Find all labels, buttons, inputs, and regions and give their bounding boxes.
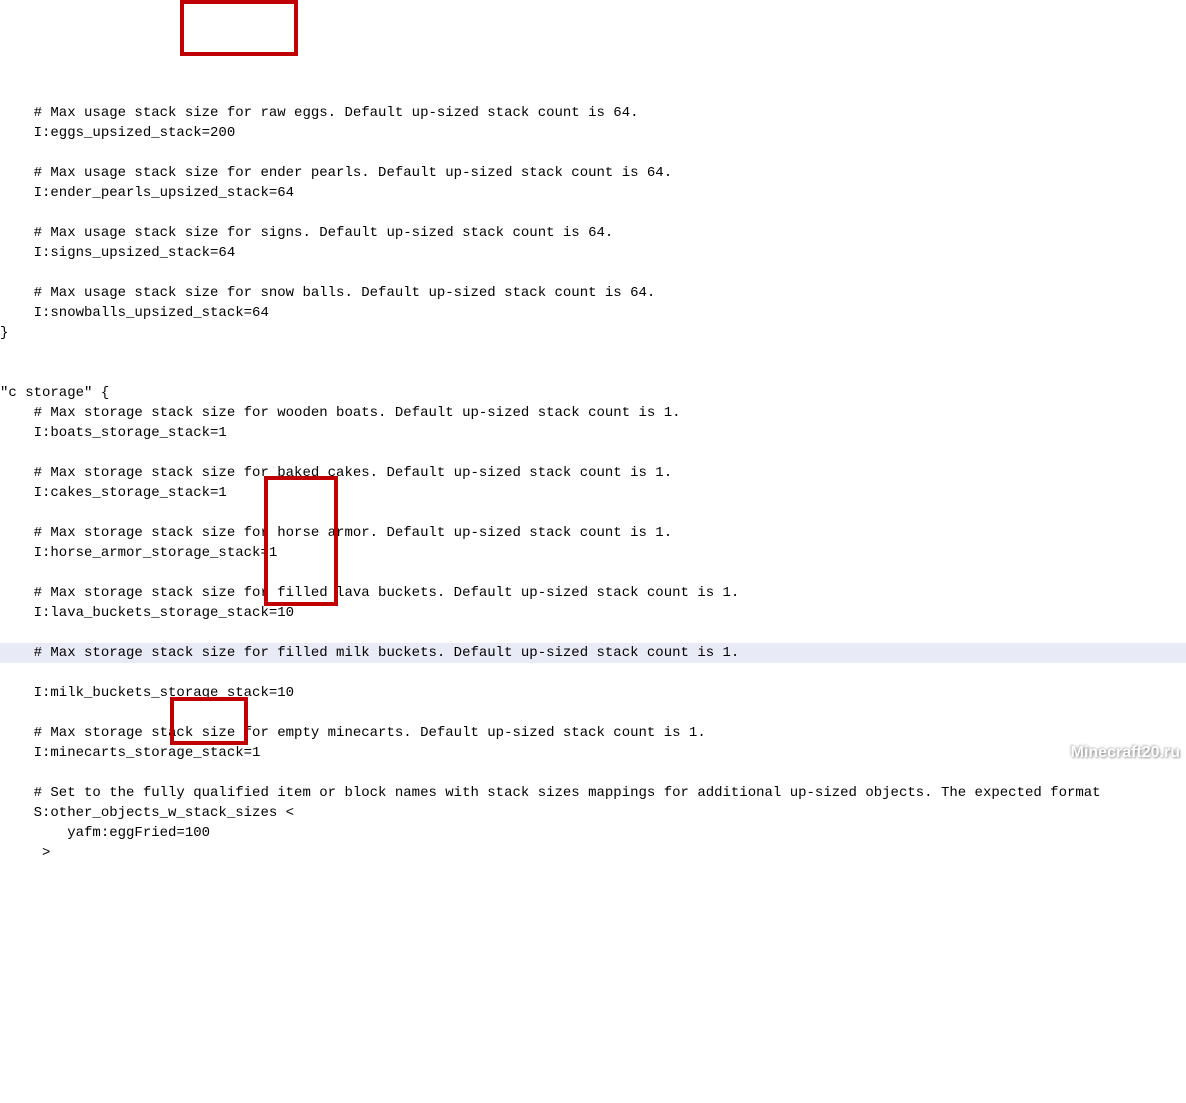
highlighted-line: # Max storage stack size for filled milk…: [0, 643, 1186, 663]
comment-line: # Max storage stack size for horse armor…: [0, 525, 672, 541]
annotation-box-eggs: [180, 0, 298, 56]
comment-line: # Max storage stack size for wooden boat…: [0, 405, 681, 421]
comment-line: # Max storage stack size for filled lava…: [0, 585, 739, 601]
closing-angle: >: [0, 845, 50, 861]
comment-line: # Max storage stack size for empty minec…: [0, 725, 706, 741]
config-line-ender-pearls: I:ender_pearls_upsized_stack=64: [0, 185, 294, 201]
comment-line: # Max usage stack size for ender pearls.…: [0, 165, 672, 181]
config-line-snowballs: I:snowballs_upsized_stack=64: [0, 305, 269, 321]
config-line-cakes: I:cakes_storage_stack=1: [0, 485, 227, 501]
config-line-other-objects: S:other_objects_w_stack_sizes <: [0, 805, 294, 821]
config-line-horse-armor: I:horse_armor_storage_stack=1: [0, 545, 277, 561]
watermark-text: Minecraft20.ru: [1071, 743, 1180, 763]
section-header-storage: "c storage" {: [0, 385, 109, 401]
config-line-eggfried: yafm:eggFried=100: [0, 825, 210, 841]
comment-line: # Max usage stack size for snow balls. D…: [0, 285, 655, 301]
comment-line: # Max usage stack size for raw eggs. Def…: [0, 105, 639, 121]
config-line-eggs: I:eggs_upsized_stack=200: [0, 125, 235, 141]
closing-brace: }: [0, 325, 8, 341]
config-line-milk-buckets: I:milk_buckets_storage_stack=10: [0, 685, 294, 701]
config-text-editor[interactable]: # Max usage stack size for raw eggs. Def…: [0, 80, 1186, 863]
config-line-lava-buckets: I:lava_buckets_storage_stack=10: [0, 605, 294, 621]
config-line-signs: I:signs_upsized_stack=64: [0, 245, 235, 261]
comment-line: # Max storage stack size for baked cakes…: [0, 465, 672, 481]
comment-line: # Set to the fully qualified item or blo…: [0, 785, 1101, 801]
config-line-boats: I:boats_storage_stack=1: [0, 425, 227, 441]
config-line-minecarts: I:minecarts_storage_stack=1: [0, 745, 260, 761]
comment-line: # Max usage stack size for signs. Defaul…: [0, 225, 613, 241]
